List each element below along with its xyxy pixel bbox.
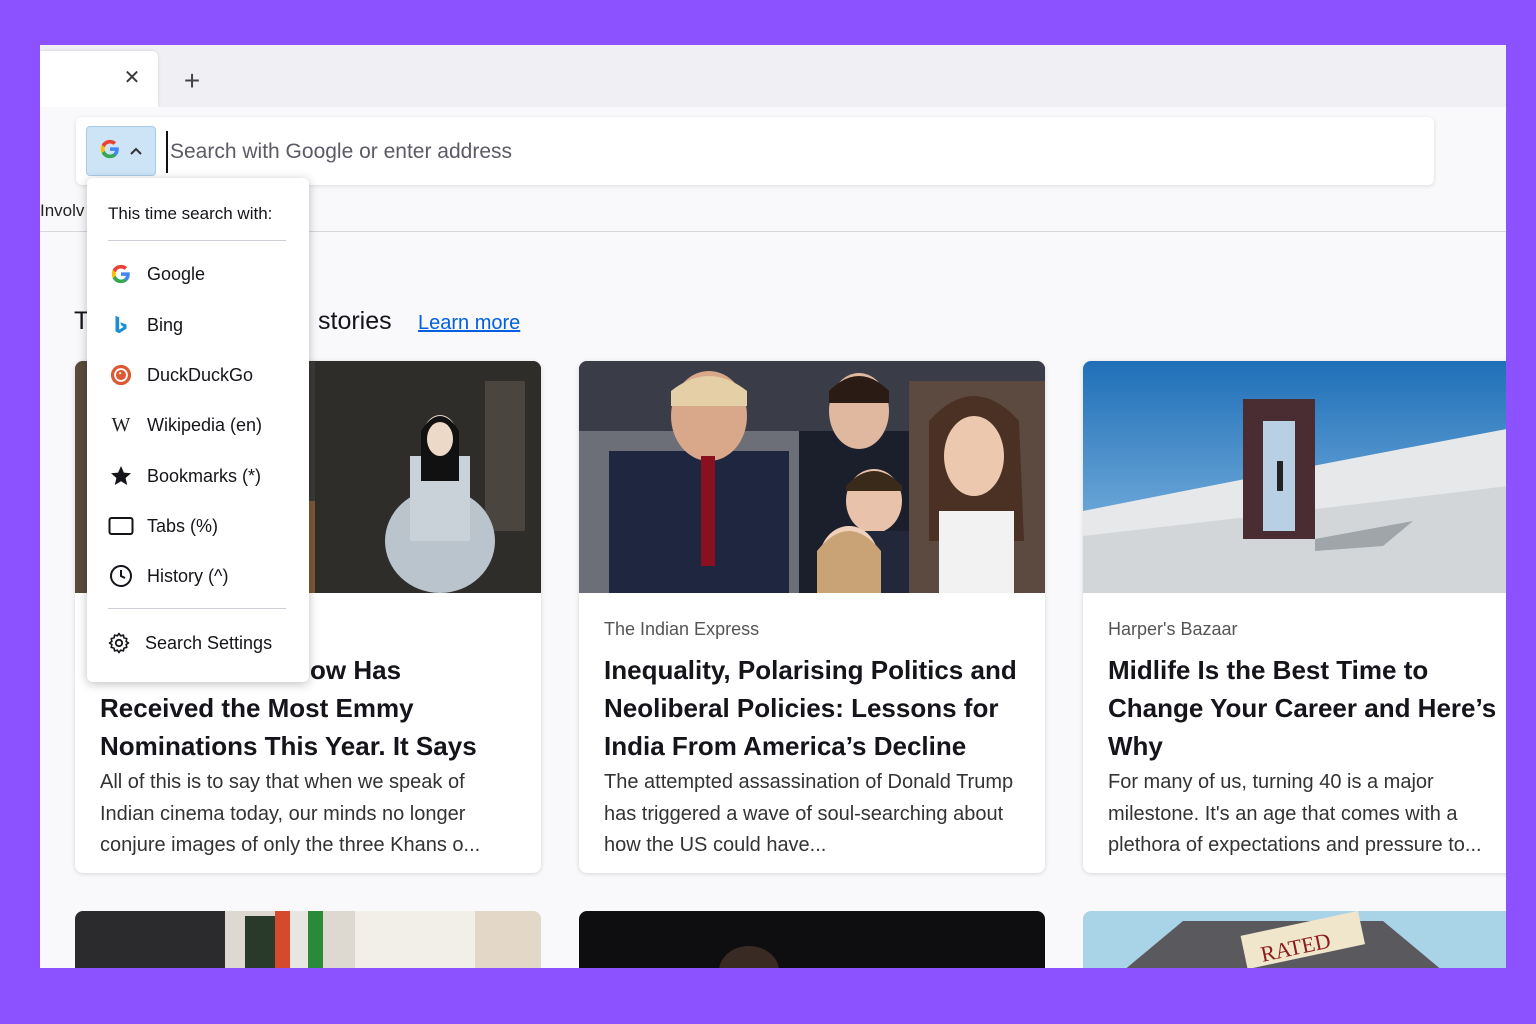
close-tab-icon[interactable]: ✕ — [120, 65, 144, 89]
story-card[interactable]: The Indian Express Inequality, Polarisin… — [579, 361, 1045, 873]
star-icon — [107, 462, 135, 490]
tab-strip: ✕ + — [40, 45, 1506, 107]
search-engine-button[interactable] — [86, 126, 156, 176]
stories-title-end: stories — [318, 307, 392, 335]
clock-icon — [107, 562, 135, 590]
engine-option-label: Bookmarks (*) — [147, 465, 262, 486]
story-title: Midlife Is the Best Time to Change Your … — [1108, 655, 1497, 761]
chevron-up-icon — [129, 143, 143, 159]
engine-option-history[interactable]: History (^) — [99, 555, 297, 597]
story-image — [579, 361, 1045, 593]
story-card[interactable]: Harper's Bazaar Midlife Is the Best Time… — [1083, 361, 1506, 873]
story-source: Harper's Bazaar — [1108, 619, 1238, 639]
engine-option-wikipedia[interactable]: W Wikipedia (en) — [99, 404, 297, 446]
duckduckgo-icon — [107, 361, 135, 389]
engine-option-label: Google — [147, 263, 206, 284]
search-engine-menu: This time search with: Google Bing DuckD… — [87, 178, 309, 682]
story-image — [1083, 361, 1506, 593]
story-card[interactable]: RATED — [1083, 911, 1506, 968]
menu-header: This time search with: — [108, 204, 273, 223]
story-content: The Indian Express Inequality, Polarisin… — [604, 619, 1020, 863]
story-content: Harper's Bazaar Midlife Is the Best Time… — [1108, 619, 1506, 863]
menu-divider — [108, 608, 286, 609]
engine-option-bing[interactable]: Bing — [99, 304, 297, 346]
new-tab-button[interactable]: + — [176, 65, 208, 97]
search-settings-label: Search Settings — [145, 632, 273, 653]
story-excerpt: All of this is to say that when we speak… — [100, 771, 481, 856]
engine-option-google[interactable]: Google — [99, 253, 297, 295]
story-image — [579, 911, 1045, 968]
engine-option-duckduckgo[interactable]: DuckDuckGo — [99, 354, 297, 396]
search-input[interactable] — [166, 131, 1422, 173]
story-card[interactable] — [75, 911, 541, 968]
story-title: Inequality, Polarising Politics and Neol… — [604, 655, 1017, 761]
story-excerpt: The attempted assassination of Donald Tr… — [604, 771, 1014, 856]
story-image — [75, 911, 541, 968]
google-icon — [107, 260, 135, 288]
engine-option-label: Bing — [147, 314, 184, 335]
bing-icon — [107, 311, 135, 339]
engine-option-tabs[interactable]: Tabs (%) — [99, 505, 297, 547]
wikipedia-icon: W — [111, 413, 131, 436]
learn-more-link[interactable]: Learn more — [418, 312, 520, 335]
story-image: RATED — [1083, 911, 1506, 968]
engine-option-label: Tabs (%) — [147, 515, 219, 536]
bookmark-item[interactable]: Involv — [40, 201, 84, 221]
address-bar[interactable] — [76, 117, 1434, 185]
engine-option-bookmarks[interactable]: Bookmarks (*) — [99, 455, 297, 497]
story-card[interactable] — [579, 911, 1045, 968]
menu-divider — [108, 240, 286, 241]
engine-option-label: DuckDuckGo — [147, 364, 254, 385]
active-tab[interactable]: ✕ — [40, 51, 158, 107]
search-settings-item[interactable]: Search Settings — [99, 622, 297, 664]
google-icon — [99, 138, 121, 165]
story-source: The Indian Express — [604, 619, 760, 639]
gear-icon — [105, 629, 133, 657]
story-excerpt: For many of us, turning 40 is a major mi… — [1108, 771, 1482, 856]
engine-option-label: Wikipedia (en) — [147, 414, 263, 435]
tab-icon — [107, 512, 135, 540]
engine-option-label: History (^) — [147, 565, 229, 586]
story-title-rest: Received the Most Emmy Nominations This … — [100, 693, 477, 761]
navigation-bar — [40, 107, 1506, 187]
browser-window: ✕ + Involv — [40, 45, 1506, 968]
